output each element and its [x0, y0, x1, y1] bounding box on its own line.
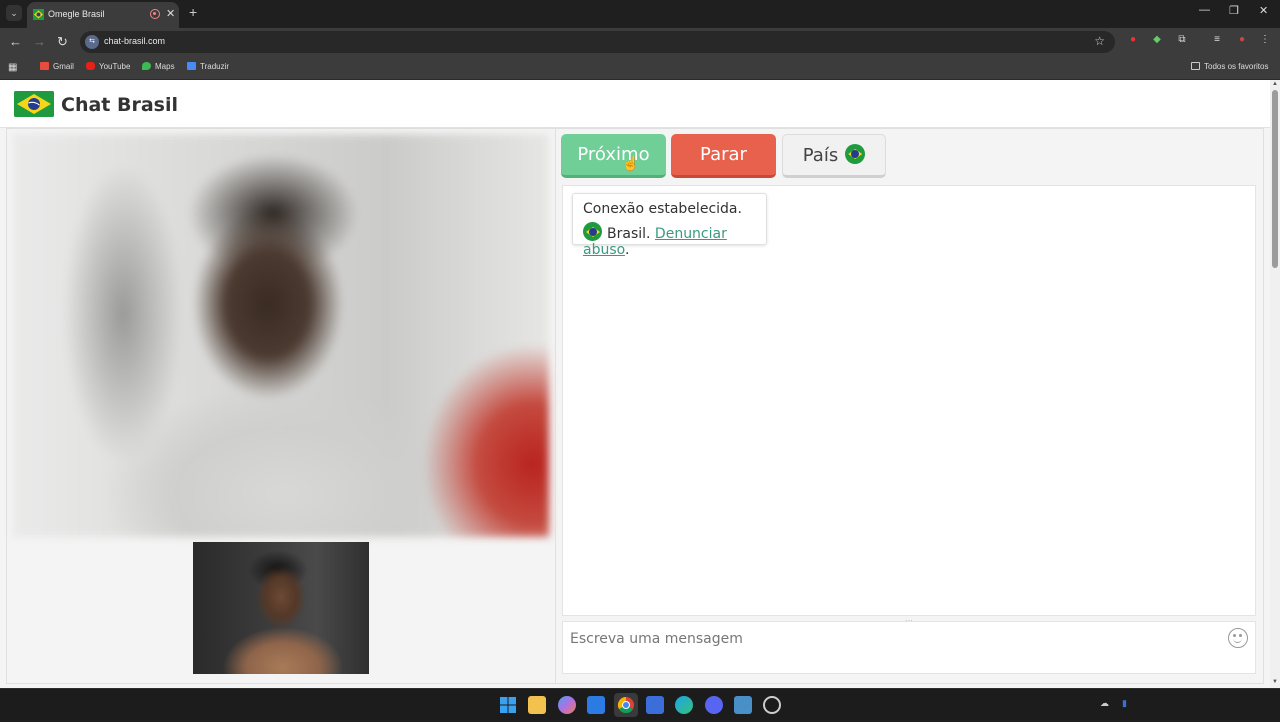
- brazil-flag-icon: [583, 222, 602, 241]
- recording-icon: [150, 9, 160, 19]
- tab-strip: ⌄ Omegle Brasil ✕ + — ❐ ✕: [0, 0, 1280, 28]
- scroll-up-icon[interactable]: ▲: [1272, 81, 1278, 87]
- all-favorites[interactable]: Todos os favoritos: [1191, 62, 1268, 71]
- tab-title: Omegle Brasil: [48, 9, 105, 19]
- country-name: Brasil.: [607, 226, 651, 242]
- extension-green-icon[interactable]: ◆: [1151, 34, 1163, 46]
- country-button[interactable]: País: [782, 134, 886, 178]
- bookmark-label: Maps: [155, 62, 175, 71]
- tab-omegle-brasil[interactable]: Omegle Brasil ✕: [27, 2, 179, 28]
- translate-icon: [187, 62, 196, 70]
- browser-toolbar: ← → ↻ ⇆ chat-brasil.com ☆: [0, 28, 1280, 56]
- self-video: [193, 542, 369, 674]
- bookmark-label: Gmail: [53, 62, 74, 71]
- bookmark-label: YouTube: [99, 62, 131, 71]
- new-tab-icon[interactable]: +: [189, 4, 197, 20]
- bookmark-maps[interactable]: Maps: [142, 62, 175, 71]
- copilot-icon[interactable]: [558, 696, 576, 714]
- extension-red-icon[interactable]: ●: [1127, 34, 1139, 46]
- edge-icon[interactable]: [675, 696, 693, 714]
- chrome-taskbar-icon[interactable]: [614, 693, 638, 717]
- country-line: Brasil. Denunciar abuso.: [583, 222, 756, 258]
- discord-icon[interactable]: [705, 696, 723, 714]
- panel-divider[interactable]: [555, 128, 556, 684]
- chat-log: Conexão estabelecida. Brasil. Denunciar …: [562, 185, 1256, 616]
- bookmark-traduzir[interactable]: Traduzir: [187, 62, 229, 71]
- stop-button[interactable]: Parar: [671, 134, 776, 178]
- brazil-flag-icon: [14, 91, 54, 117]
- emoji-icon[interactable]: [1228, 628, 1248, 648]
- forward-icon[interactable]: →: [33, 34, 46, 49]
- gmail-icon: [40, 62, 49, 70]
- web-page: Chat Brasil Próximo Parar País Conexão e…: [0, 80, 1270, 688]
- profile-avatar[interactable]: ●: [1236, 34, 1248, 46]
- app-icon[interactable]: [734, 696, 752, 714]
- restore-icon[interactable]: ❐: [1229, 4, 1239, 17]
- media-icon[interactable]: ≡: [1211, 34, 1223, 46]
- site-title: Chat Brasil: [61, 94, 178, 116]
- menu-icon[interactable]: ⋮: [1259, 34, 1271, 46]
- system-message: Conexão estabelecida. Brasil. Denunciar …: [572, 193, 767, 258]
- back-icon[interactable]: ←: [9, 34, 22, 49]
- site-header: Chat Brasil: [0, 80, 1270, 128]
- star-icon[interactable]: ☆: [1094, 34, 1105, 48]
- file-explorer-icon[interactable]: [528, 696, 546, 714]
- outlook-icon[interactable]: [587, 696, 605, 714]
- page-scrollbar[interactable]: ▲ ▼: [1270, 80, 1280, 688]
- bookmark-youtube[interactable]: YouTube: [86, 62, 130, 71]
- youtube-icon: [86, 62, 95, 70]
- stranger-video: [13, 134, 549, 537]
- country-label: País: [802, 145, 839, 166]
- reload-icon[interactable]: ↻: [57, 34, 68, 50]
- folder-icon: [1191, 62, 1200, 70]
- brazil-flag-icon: [33, 9, 44, 20]
- settings-icon[interactable]: [763, 696, 781, 714]
- extensions-icon[interactable]: ⧉: [1176, 34, 1188, 46]
- address-bar[interactable]: ⇆ chat-brasil.com ☆: [80, 31, 1115, 53]
- maps-icon: [142, 62, 151, 70]
- close-tab-icon[interactable]: ✕: [166, 7, 175, 20]
- brazil-flag-icon: [845, 144, 866, 164]
- apps-icon[interactable]: ▦: [8, 62, 17, 73]
- hand-cursor-icon: ☝: [622, 155, 640, 171]
- bookmarks-bar: ▦ Gmail YouTube Maps Traduzir Todos os f…: [0, 56, 1280, 80]
- tray-app-icon[interactable]: ▮: [1122, 698, 1127, 709]
- taskbar: ☁ ▮: [0, 688, 1280, 720]
- connection-status: Conexão estabelecida.: [583, 201, 742, 217]
- all-favorites-label: Todos os favoritos: [1204, 62, 1269, 71]
- message-composer: [562, 621, 1256, 674]
- site-info-icon[interactable]: ⇆: [85, 35, 99, 49]
- scroll-down-icon[interactable]: ▼: [1272, 679, 1278, 685]
- next-button[interactable]: Próximo: [561, 134, 666, 178]
- minimize-icon[interactable]: —: [1199, 4, 1210, 16]
- scrollbar-thumb[interactable]: [1272, 90, 1278, 268]
- tab-list-icon[interactable]: ⌄: [6, 5, 22, 21]
- bookmark-gmail[interactable]: Gmail: [40, 62, 74, 71]
- message-input[interactable]: [570, 629, 1210, 649]
- windows-start-icon[interactable]: [499, 696, 517, 714]
- bookmark-label: Traduzir: [200, 62, 230, 71]
- period: .: [624, 242, 630, 258]
- url-text: chat-brasil.com: [104, 36, 166, 46]
- store-icon[interactable]: [646, 696, 664, 714]
- onedrive-icon[interactable]: ☁: [1100, 698, 1109, 709]
- report-abuse-link[interactable]: Denunciar abuso: [583, 226, 727, 258]
- close-window-icon[interactable]: ✕: [1259, 4, 1268, 17]
